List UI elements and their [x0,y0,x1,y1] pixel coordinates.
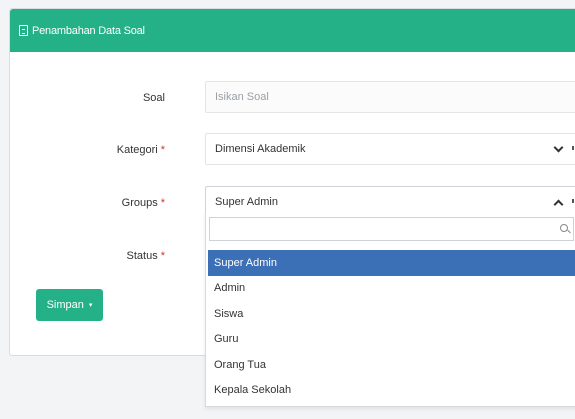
status-label: Status * [126,250,165,262]
required-mark: * [160,144,165,156]
document-icon [19,25,28,36]
groups-dropdown: Super Admin Admin Siswa Guru Orang Tua K… [205,212,575,407]
required-mark: * [160,197,165,209]
dropdown-search-box[interactable] [209,217,574,241]
option-guru[interactable]: Guru [208,327,575,353]
simpan-button[interactable]: Simpan ▾ [36,289,103,321]
soal-input[interactable] [215,91,515,103]
panel-header: Penambahan Data Soal [10,9,575,52]
groups-label: Groups * [121,197,165,209]
option-kepala-sekolah[interactable]: Kepala Sekolah [208,378,575,404]
dropdown-search-input[interactable] [216,223,546,235]
required-mark: * [160,250,165,262]
groups-selected-value: Super Admin [215,196,278,208]
option-siswa[interactable]: Siswa [208,301,575,327]
scroll-indicator [572,146,574,150]
kategori-select[interactable]: Dimensi Akademik [205,133,575,165]
option-admin[interactable]: Admin [208,276,575,302]
soal-input-wrapper[interactable] [205,81,575,113]
dropdown-options: Super Admin Admin Siswa Guru Orang Tua K… [208,250,575,403]
search-icon [560,224,568,232]
kategori-label: Kategori * [116,144,165,156]
soal-label: Soal [142,92,165,104]
kategori-selected-value: Dimensi Akademik [215,143,306,155]
panel-title: Penambahan Data Soal [32,24,145,37]
option-super-admin[interactable]: Super Admin [208,250,575,276]
caret-down-icon: ▾ [88,302,93,309]
scroll-indicator [572,199,574,203]
option-orang-tua[interactable]: Orang Tua [208,352,575,378]
